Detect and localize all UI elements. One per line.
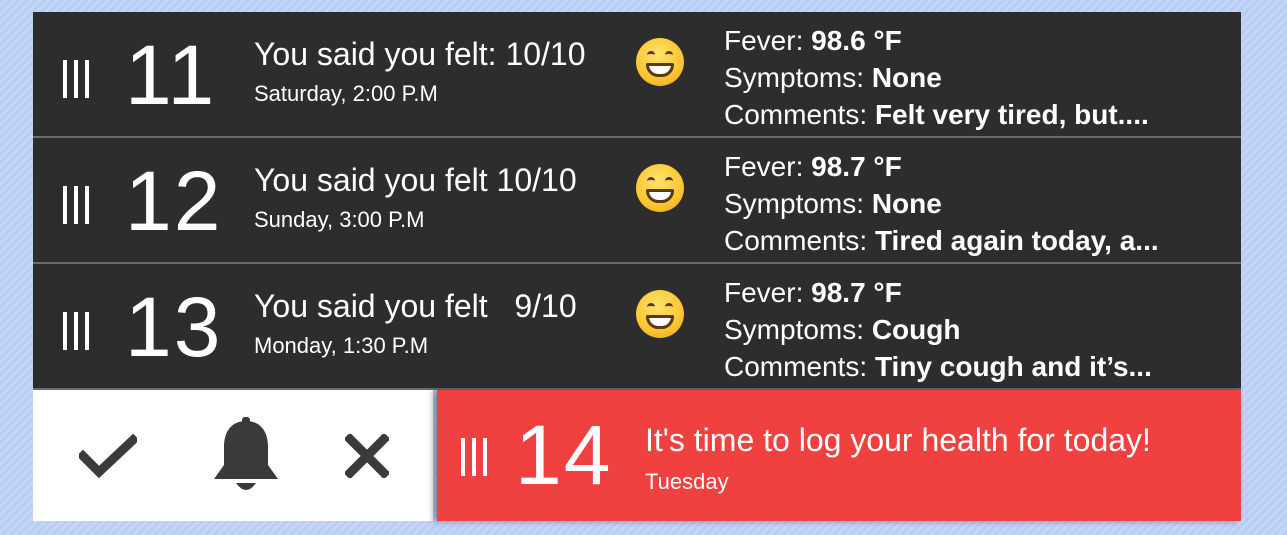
symptoms-label: Symptoms:	[724, 62, 865, 93]
snooze-reminder-button[interactable]	[203, 390, 289, 521]
grinning-face-icon	[636, 38, 684, 86]
comments-label: Comments:	[724, 351, 868, 382]
day-number: 13	[125, 280, 223, 374]
log-entry-row[interactable]: 11 You said you felt: 10/10 Saturday, 2:…	[33, 12, 1241, 138]
reminder-message: It's time to log your health for today!	[645, 422, 1151, 458]
symptoms-value: Cough	[871, 314, 961, 345]
day-number: 12	[125, 154, 223, 248]
feeling-text: You said you felt: 10/10	[254, 36, 586, 72]
symptoms-label: Symptoms:	[724, 314, 865, 345]
bell-icon	[214, 416, 278, 490]
comments-value: Tiny cough and it’s...	[874, 351, 1152, 382]
comments-label: Comments:	[724, 225, 868, 256]
entry-timestamp: Sunday, 3:00 P.M	[254, 207, 425, 232]
fever-label: Fever:	[724, 25, 804, 56]
symptoms-value: None	[871, 62, 942, 93]
day-number: 14	[515, 408, 613, 502]
drag-handle-icon[interactable]	[63, 312, 89, 350]
health-log-list: 11 You said you felt: 10/10 Saturday, 2:…	[33, 12, 1241, 524]
symptoms-value: None	[871, 188, 942, 219]
entry-details: Fever: 98.7 °F Symptoms: Cough Comments:…	[724, 274, 1152, 385]
comments-value: Felt very tired, but....	[874, 99, 1149, 130]
log-entry-row[interactable]: 13 You said you felt 9/10 Monday, 1:30 P…	[33, 264, 1241, 390]
drag-handle-icon[interactable]	[461, 438, 487, 476]
comments-label: Comments:	[724, 99, 868, 130]
entry-timestamp: Saturday, 2:00 P.M	[254, 81, 438, 106]
comments-value: Tired again today, a...	[874, 225, 1159, 256]
entry-details: Fever: 98.7 °F Symptoms: None Comments: …	[724, 148, 1159, 259]
feeling-text: You said you felt 9/10	[254, 288, 577, 324]
fever-value: 98.6 °F	[811, 25, 902, 56]
day-number: 11	[125, 28, 217, 122]
fever-value: 98.7 °F	[811, 151, 902, 182]
entry-timestamp: Monday, 1:30 P.M	[254, 333, 429, 358]
grinning-face-icon	[636, 290, 684, 338]
reminder-day: Tuesday	[645, 469, 729, 494]
swipe-actions-panel	[33, 390, 433, 521]
drag-handle-icon[interactable]	[63, 60, 89, 98]
feeling-text: You said you felt 10/10	[254, 162, 577, 198]
checkmark-icon	[79, 433, 137, 478]
log-entry-row[interactable]: 12 You said you felt 10/10 Sunday, 3:00 …	[33, 138, 1241, 264]
close-icon	[345, 433, 389, 478]
entry-details: Fever: 98.6 °F Symptoms: None Comments: …	[724, 22, 1149, 133]
fever-value: 98.7 °F	[811, 277, 902, 308]
fever-label: Fever:	[724, 277, 804, 308]
drag-handle-icon[interactable]	[63, 186, 89, 224]
symptoms-label: Symptoms:	[724, 188, 865, 219]
grinning-face-icon	[636, 164, 684, 212]
confirm-button[interactable]	[73, 390, 143, 521]
reminder-notification[interactable]: 14 It's time to log your health for toda…	[437, 390, 1241, 521]
dismiss-button[interactable]	[333, 390, 401, 521]
swiped-reminder-row: 14 It's time to log your health for toda…	[33, 390, 1241, 524]
fever-label: Fever:	[724, 151, 804, 182]
